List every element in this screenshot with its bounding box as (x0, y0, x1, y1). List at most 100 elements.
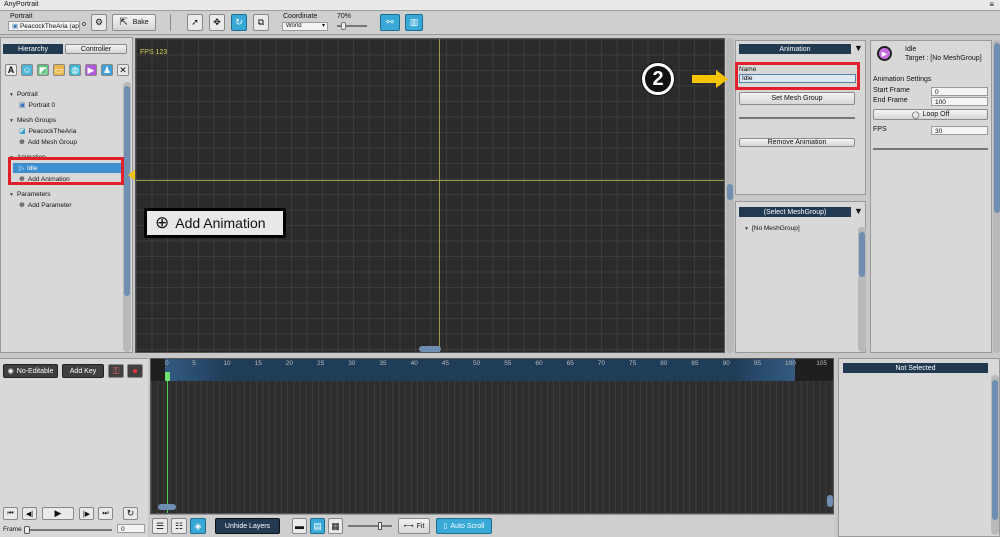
bake-label: Bake (132, 19, 149, 26)
layer-filter-button[interactable]: ☷ (171, 518, 187, 534)
timeline-tick-label: 75 (629, 360, 637, 367)
viewport[interactable]: FPS 123 ⊕ Add Animation (135, 38, 725, 353)
next-frame-button[interactable]: |▶ (79, 507, 94, 520)
key-option-button[interactable]: ⚿ (108, 364, 124, 378)
timeline-tick-label: 10 (223, 360, 231, 367)
tree-item-add-mesh-group[interactable]: ⊕ Add Mesh Group (19, 138, 77, 147)
scale-tool-button[interactable]: ⧉ (253, 14, 269, 31)
viewport-v-thumb[interactable] (727, 184, 733, 200)
properties-scrollbar-thumb[interactable] (994, 43, 1000, 213)
mesh-group-scrollbar-thumb[interactable] (859, 232, 865, 277)
settings-gear-button[interactable]: ⚙ (91, 14, 107, 31)
layer-sort-button[interactable]: ☰ (152, 518, 168, 534)
tab-hierarchy[interactable]: Hierarchy (3, 44, 63, 54)
start-frame-field[interactable]: 0 (931, 87, 988, 96)
frame-slider-handle[interactable] (24, 526, 30, 534)
select-tool-button[interactable]: ➚ (187, 14, 203, 31)
mesh-view-button[interactable]: ▥ (405, 14, 423, 31)
chevron-down-icon[interactable]: ▼ (854, 206, 863, 216)
fit-button[interactable]: ⟷ Fit (398, 518, 430, 534)
timeline-v-scrollbar[interactable] (826, 380, 834, 510)
section-portrait[interactable]: ▼ Portrait (9, 91, 38, 98)
person-icon[interactable]: ♟ (101, 64, 113, 76)
frame-slider[interactable] (24, 526, 112, 534)
bake-button[interactable]: ⇱ Bake (112, 14, 156, 31)
unhide-layers-button[interactable]: Unhide Layers (215, 518, 280, 534)
viewport-h-scrollbar[interactable] (136, 346, 724, 352)
bones-view-button[interactable]: ⚯ (380, 14, 400, 31)
viewport-h-thumb[interactable] (419, 346, 441, 352)
section-parameters[interactable]: ▼ Parameters (9, 191, 51, 198)
add-circle-icon: ⊕ (155, 213, 170, 232)
tree-item-portrait-0[interactable]: ▣ Portrait 0 (19, 101, 55, 110)
coordinate-select[interactable]: World ▾ (282, 22, 328, 31)
layer-view-button[interactable]: ◈ (190, 518, 206, 534)
divider (873, 148, 988, 150)
coordinate-label: Coordinate (283, 13, 318, 20)
frame-field[interactable]: 0 (117, 524, 145, 533)
mesh-group-scrollbar[interactable] (858, 227, 866, 352)
row-size-large-button[interactable]: ▦ (328, 518, 343, 534)
no-editable-button[interactable]: ◉ No-Editable (3, 364, 58, 378)
auto-scroll-button[interactable]: ▯ Auto Scroll (436, 518, 492, 534)
playhead[interactable] (165, 372, 170, 381)
toolbar: Portrait ▣ PeacockTheAria (ap o ⚙ ⇱ Bake… (0, 11, 1000, 35)
timeline-ruler[interactable]: 0 5 10 15 20 25 30 35 40 45 50 55 60 65 70 75 80 85 90 95 10… (151, 359, 833, 381)
set-mesh-group-button[interactable]: Set Mesh Group (739, 92, 855, 105)
loop-icon: ↻ (126, 508, 135, 518)
timeline-properties-thumb[interactable] (992, 380, 998, 520)
tab-controller[interactable]: Controller (65, 44, 127, 54)
loop-icon: ◯ (911, 111, 920, 119)
hierarchy-scrollbar-thumb[interactable] (124, 86, 130, 296)
play-icon[interactable]: ▶ (85, 64, 97, 76)
section-mesh-groups[interactable]: ▼ Mesh Groups (9, 117, 56, 124)
timeline-tick-label: 50 (473, 360, 481, 367)
add-key-button[interactable]: Add Key (62, 364, 104, 378)
fps-field[interactable]: 30 (931, 126, 988, 135)
end-frame-field[interactable]: 100 (931, 97, 988, 106)
timeline-zoom-handle[interactable] (378, 522, 382, 530)
row-size-medium-button[interactable]: ▤ (310, 518, 325, 534)
close-icon[interactable]: ✕ (117, 64, 129, 76)
last-frame-button[interactable]: ⏭ (98, 507, 113, 520)
remove-animation-button[interactable]: Remove Animation (739, 138, 855, 147)
fit-icon: ⟷ (403, 523, 414, 530)
first-frame-button[interactable]: ⏮ (3, 507, 18, 520)
loop-button[interactable]: ↻ (123, 507, 138, 520)
rotate-tool-button[interactable]: ↻ (231, 14, 247, 31)
timeline-zoom-slider[interactable] (348, 522, 392, 530)
picture-icon[interactable]: ▭ (53, 64, 65, 76)
properties-scrollbar[interactable] (993, 40, 1000, 353)
timeline-tick-label: 70 (597, 360, 606, 367)
timeline-properties-scrollbar[interactable] (991, 375, 999, 535)
chevron-down-icon[interactable]: ▼ (854, 43, 863, 53)
portrait-select[interactable]: ▣ PeacockTheAria (ap (8, 21, 80, 31)
zoom-slider[interactable] (337, 22, 367, 30)
text-icon[interactable]: A (5, 64, 17, 76)
window-title: AnyPortrait (4, 1, 39, 8)
timeline-h-thumb[interactable] (158, 504, 176, 510)
loop-toggle-button[interactable]: ◯ Loop Off (873, 109, 988, 120)
tree-item-add-parameter[interactable]: ⊕ Add Parameter (19, 201, 72, 210)
hierarchy-panel: Hierarchy Controller A ☺ ◩ ▭ ◍ ▶ ♟ ✕ ▼ P… (0, 37, 133, 353)
timeline-tick-label: 35 (379, 360, 387, 367)
hierarchy-scrollbar[interactable] (123, 82, 131, 352)
play-button[interactable]: ▶ (42, 507, 74, 520)
move-icon: ✥ (213, 17, 221, 27)
tree-item-peacock[interactable]: ◪ PeacockTheAria (19, 127, 76, 136)
prev-frame-button[interactable]: ◀| (22, 507, 37, 520)
zoom-slider-handle[interactable] (341, 22, 346, 30)
move-tool-button[interactable]: ✥ (209, 14, 225, 31)
record-button[interactable]: ⏺ (127, 364, 143, 378)
layers-icon: ☰ (155, 520, 165, 531)
image-icon[interactable]: ☺ (21, 64, 33, 76)
mesh-group-item[interactable]: ▼ [No MeshGroup] (744, 225, 800, 232)
mesh-icon[interactable]: ◩ (37, 64, 49, 76)
window-menu-icon[interactable]: ≡ (989, 0, 994, 9)
palette-icon[interactable]: ◍ (69, 64, 81, 76)
timeline-v-thumb[interactable] (827, 495, 833, 507)
row-size-small-button[interactable]: ▬ (292, 518, 307, 534)
animation-play-icon: ▶ (877, 46, 892, 61)
auto-scroll-icon: ▯ (443, 523, 448, 530)
timeline-track-area[interactable]: 0 5 10 15 20 25 30 35 40 45 50 55 60 65 70 75 80 85 90 95 10… (150, 358, 834, 514)
